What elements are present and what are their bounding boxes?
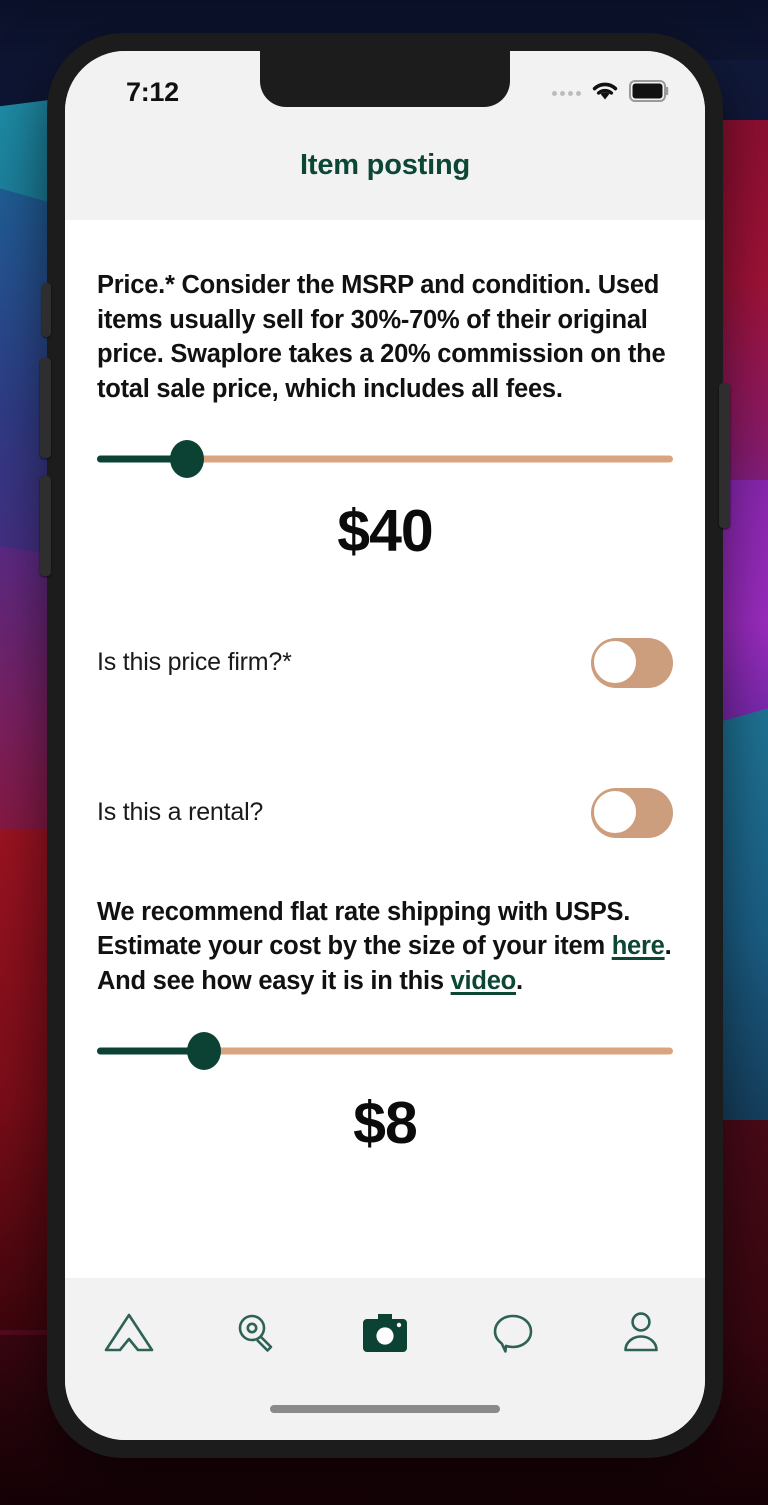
shipping-help-part3: . xyxy=(516,967,523,995)
person-icon xyxy=(619,1309,663,1362)
price-value: $40 xyxy=(97,497,673,565)
silent-switch-button[interactable] xyxy=(42,283,51,337)
nav-camera[interactable] xyxy=(343,1304,427,1366)
shipping-cost-slider[interactable] xyxy=(97,1025,673,1077)
status-bar-time: 7:12 xyxy=(126,77,179,108)
price-firm-row: Is this price firm?* xyxy=(97,627,673,699)
price-firm-label: Is this price firm?* xyxy=(97,648,292,677)
status-bar: 7:12 xyxy=(65,51,705,135)
nav-home[interactable] xyxy=(87,1304,171,1366)
nav-search[interactable] xyxy=(215,1304,299,1366)
phone-notch xyxy=(260,51,510,107)
phone-frame: 7:12 xyxy=(47,33,723,1458)
app-header: Item posting xyxy=(65,135,705,220)
status-bar-indicators xyxy=(552,79,671,107)
search-icon xyxy=(233,1309,281,1362)
here-link[interactable]: here xyxy=(612,932,665,960)
phone-screen: 7:12 xyxy=(65,51,705,1440)
price-firm-toggle-knob xyxy=(592,639,638,685)
main-content: Price.* Consider the MSRP and condition.… xyxy=(65,220,705,1278)
bottom-navigation xyxy=(65,1278,705,1440)
shipping-value: $8 xyxy=(97,1089,673,1157)
price-help-text: Price.* Consider the MSRP and condition.… xyxy=(97,220,673,407)
price-slider[interactable] xyxy=(97,433,673,485)
rental-toggle-knob xyxy=(592,789,638,835)
rental-row: Is this a rental? xyxy=(97,777,673,849)
price-slider-thumb[interactable] xyxy=(170,440,204,478)
battery-icon xyxy=(629,80,671,107)
nav-profile[interactable] xyxy=(599,1304,683,1366)
price-firm-toggle[interactable] xyxy=(591,638,673,688)
volume-up-button[interactable] xyxy=(40,358,51,458)
rental-toggle[interactable] xyxy=(591,788,673,838)
shipping-slider-thumb[interactable] xyxy=(187,1032,221,1070)
nav-messages[interactable] xyxy=(471,1304,555,1366)
page-title: Item posting xyxy=(300,149,470,182)
chat-bubble-icon xyxy=(489,1309,537,1362)
tent-icon xyxy=(102,1309,156,1362)
wifi-icon xyxy=(590,79,620,107)
rental-label: Is this a rental? xyxy=(97,798,263,827)
shipping-help-part1: We recommend flat rate shipping with USP… xyxy=(97,898,630,961)
power-button[interactable] xyxy=(719,383,730,528)
signal-dots-icon xyxy=(552,91,581,96)
shipping-help-text: We recommend flat rate shipping with USP… xyxy=(97,849,673,999)
home-indicator[interactable] xyxy=(270,1405,500,1413)
volume-down-button[interactable] xyxy=(40,476,51,576)
video-link[interactable]: video xyxy=(451,967,516,995)
camera-icon xyxy=(360,1310,410,1361)
